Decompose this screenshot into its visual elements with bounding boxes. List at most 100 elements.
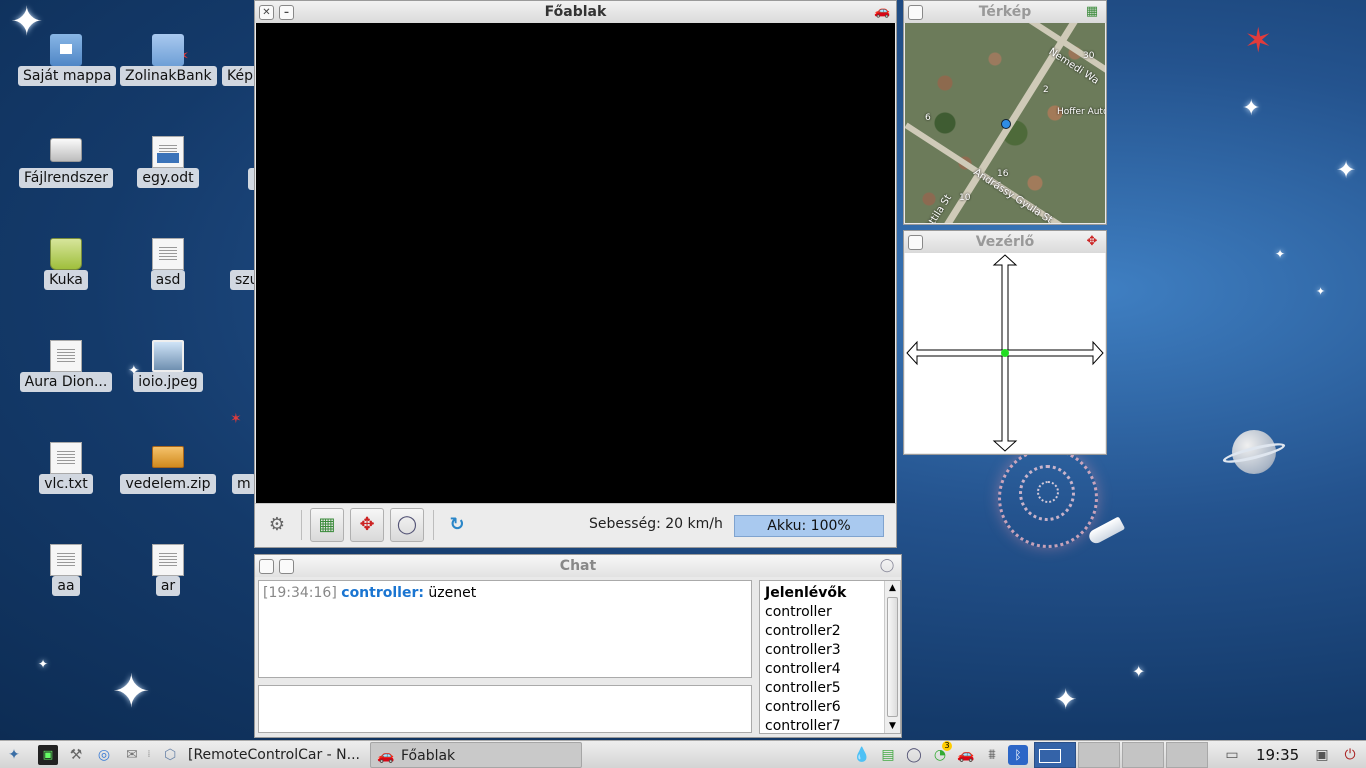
folder-icon xyxy=(152,34,184,66)
image-file-icon xyxy=(152,340,184,372)
desktop-icon[interactable]: vedelem.zip xyxy=(120,436,216,526)
desktop-icon[interactable]: ZolinakBank xyxy=(120,28,217,118)
map-window-titlebar[interactable]: Térkép ▦ xyxy=(904,1,1106,23)
water-drop-icon[interactable]: 💧 xyxy=(852,745,872,765)
presence-item[interactable]: controller6 xyxy=(765,698,883,717)
logout-icon[interactable]: ⏻ xyxy=(1340,745,1360,765)
speed-label: Sebesség: 20 km/h xyxy=(589,516,723,532)
taskbar-task-label: [RemoteControlCar - N... xyxy=(188,747,360,763)
desktop-icon-label: vlc.txt xyxy=(39,474,93,494)
close-button[interactable] xyxy=(259,559,274,574)
map-street-label: Andrássy Gyula St xyxy=(971,166,1055,223)
map-street-label: 10 xyxy=(959,193,971,203)
settings-icon[interactable]: ⚒ xyxy=(66,745,86,765)
scroll-up-arrow[interactable]: ▲ xyxy=(885,581,900,595)
map-street-label: 30 xyxy=(1083,51,1095,61)
presence-item[interactable]: controller5 xyxy=(765,679,883,698)
desktop-icon[interactable]: Saját mappa xyxy=(18,28,117,118)
desktop-icon-label: egy.odt xyxy=(137,168,199,188)
chat-window-title: Chat xyxy=(559,558,597,574)
clock[interactable]: 19:35 xyxy=(1256,746,1299,764)
taskbar-task[interactable]: ⬡ [RemoteControlCar - N... xyxy=(158,742,364,768)
desktop-icon[interactable]: Fájlrendszer xyxy=(18,130,114,220)
desktop-icon[interactable] xyxy=(222,130,256,220)
presence-item[interactable]: controller2 xyxy=(765,622,883,641)
refresh-button[interactable]: ↻ xyxy=(440,508,474,542)
desktop-icon[interactable]: Kuka xyxy=(18,232,114,322)
minimize-button[interactable]: – xyxy=(279,5,294,20)
close-button[interactable]: ✕ xyxy=(259,5,274,20)
workspace-3[interactable] xyxy=(1122,742,1164,768)
workspace-2[interactable] xyxy=(1078,742,1120,768)
chat-message-user: controller: xyxy=(341,585,424,601)
terminal-icon[interactable]: ▣ xyxy=(38,745,58,765)
galaxy-swirl-decoration xyxy=(998,448,1098,548)
star-decoration: ✦ xyxy=(1316,285,1326,298)
star-decoration: ✦ xyxy=(1132,662,1146,681)
taskbar-task-active[interactable]: 🚗 Főablak xyxy=(370,742,582,768)
car-icon: 🚗 xyxy=(377,748,395,764)
chat-message-time: [19:34:16] xyxy=(263,585,337,601)
scroll-down-arrow[interactable]: ▼ xyxy=(885,719,900,733)
desktop-icon[interactable]: egy.odt xyxy=(120,130,216,220)
presence-item[interactable]: controller7 xyxy=(765,717,883,733)
network-tray-icon[interactable]: ▤ xyxy=(878,745,898,765)
star-decoration: ✦ xyxy=(1275,247,1286,261)
display-tray-icon[interactable]: ▭ xyxy=(1222,745,1242,765)
presence-scrollbar[interactable]: ▲ ▼ xyxy=(884,581,900,733)
chat-toggle-button[interactable]: ◯ xyxy=(390,508,424,542)
desktop-icon[interactable]: Aura Dion... xyxy=(18,334,114,424)
desktop-icon[interactable]: m xyxy=(232,436,256,526)
map-toggle-button[interactable]: ▦ xyxy=(310,508,344,542)
control-window: Vezérlő ✥ xyxy=(903,230,1107,455)
desktop-icon[interactable]: ioio.jpeg xyxy=(120,334,216,424)
bridge-tray-icon[interactable]: ⩩ xyxy=(982,745,1002,765)
presence-title: Jelenlévők xyxy=(765,585,847,601)
desktop-icon-label: Kép xyxy=(222,66,256,86)
desktop-icon[interactable]: asd xyxy=(120,232,216,322)
presence-item[interactable]: controller4 xyxy=(765,660,883,679)
desktop-icon-label: ioio.jpeg xyxy=(133,372,203,392)
map-street-label: 6 xyxy=(925,113,931,123)
main-window-title: Főablak xyxy=(544,4,607,20)
chat-message-log[interactable]: [19:34:16] controller: üzenet xyxy=(258,580,752,678)
window-menu-button[interactable] xyxy=(908,235,923,250)
chat-tray-icon[interactable]: ◯ xyxy=(904,745,924,765)
chat-input[interactable] xyxy=(258,685,752,733)
presence-item[interactable]: controller xyxy=(765,603,883,622)
car-tray-icon[interactable]: 🚗 xyxy=(956,745,976,765)
desktop-icon[interactable]: vlc.txt xyxy=(18,436,114,526)
workspace-4[interactable] xyxy=(1166,742,1208,768)
control-toggle-button[interactable]: ✥ xyxy=(350,508,384,542)
desktop-icon-label: vedelem.zip xyxy=(120,474,216,494)
chat-window: Chat ◯ [19:34:16] controller: üzenet Jel… xyxy=(254,554,902,738)
chat-message: [19:34:16] controller: üzenet xyxy=(263,585,747,601)
minimize-button[interactable] xyxy=(279,559,294,574)
map-icon: ▦ xyxy=(1085,4,1099,19)
joystick-pad[interactable] xyxy=(905,253,1105,453)
desktop-icon[interactable]: ar xyxy=(120,538,216,628)
bluetooth-tray-icon[interactable]: ᛒ xyxy=(1008,745,1028,765)
workspace-1[interactable] xyxy=(1034,742,1076,768)
desktop-icon[interactable]: Kép xyxy=(222,28,256,118)
satellite-map[interactable]: Nemedi Wa Hoffer Auto Andrássy Gyula St … xyxy=(905,23,1105,223)
car-settings-icon: ⚙ xyxy=(268,514,286,535)
start-menu-icon[interactable]: ✦ xyxy=(4,745,24,765)
window-menu-button[interactable] xyxy=(908,5,923,20)
main-window-titlebar[interactable]: ✕ – Főablak 🚗 xyxy=(255,1,896,23)
control-window-titlebar[interactable]: Vezérlő ✥ xyxy=(904,231,1106,253)
chat-window-titlebar[interactable]: Chat ◯ xyxy=(255,555,901,577)
desktop-icon[interactable]: szu xyxy=(230,232,256,322)
show-desktop-icon[interactable]: ▣ xyxy=(1312,745,1332,765)
star-decoration: ✦ xyxy=(1242,96,1261,121)
text-file-icon xyxy=(50,340,82,372)
desktop-icon-label: ZolinakBank xyxy=(120,66,217,86)
presence-item[interactable]: controller3 xyxy=(765,641,883,660)
scroll-thumb[interactable] xyxy=(887,597,898,717)
car-settings-button[interactable]: ⚙ xyxy=(260,508,294,542)
desktop-icon[interactable]: aa xyxy=(18,538,114,628)
mail-icon[interactable]: ✉ xyxy=(122,745,142,765)
presence-list[interactable]: Jelenlévők controller controller2 contro… xyxy=(759,580,901,734)
browser-icon[interactable]: ◎ xyxy=(94,745,114,765)
monitor-tray-icon[interactable]: ◔ 3 xyxy=(930,741,952,765)
